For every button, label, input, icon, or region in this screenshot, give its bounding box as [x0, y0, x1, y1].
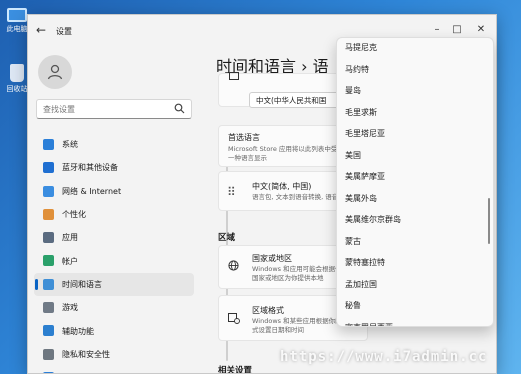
user-icon: [47, 64, 63, 80]
avatar[interactable]: [38, 55, 72, 89]
accessibility-icon: [43, 325, 54, 337]
sidebar-item-label: 帐户: [62, 256, 78, 266]
sidebar-item[interactable]: 蓝牙和其他设备: [34, 156, 194, 179]
sidebar-item-label: 时间和语言: [62, 279, 102, 289]
back-arrow-icon[interactable]: ←: [36, 23, 46, 37]
sidebar-item[interactable]: 应用: [34, 226, 194, 249]
sidebar-item[interactable]: 网络 & Internet: [34, 180, 194, 203]
calendar-globe-icon: [228, 313, 240, 324]
desktop: 此电脑 回收站: [0, 0, 30, 374]
recycle-bin-icon: [10, 64, 24, 82]
sidebar-item-label: 游戏: [62, 303, 78, 313]
keyboard-icon: [229, 72, 239, 80]
dropdown-option[interactable]: 蒙古: [345, 236, 361, 247]
dropdown-option[interactable]: 马提尼克: [345, 42, 377, 53]
dropdown-option[interactable]: 美属维尔京群岛: [345, 214, 401, 225]
system-icon: [43, 139, 54, 150]
globe-clock-icon: [43, 278, 54, 290]
dropdown-option[interactable]: 毛里塔尼亚: [345, 128, 385, 139]
sidebar-item-label: 应用: [62, 233, 78, 243]
region-section-label: 区域: [218, 233, 236, 243]
sidebar-item[interactable]: 帐户: [34, 249, 194, 272]
sidebar-item[interactable]: 游戏: [34, 296, 194, 319]
dropdown-option[interactable]: 密克罗尼西亚: [345, 322, 393, 327]
sidebar-item[interactable]: Windows 更新: [34, 366, 194, 373]
shield-icon: [43, 348, 54, 360]
search-input[interactable]: [37, 100, 167, 118]
sidebar-item-label: 网络 & Internet: [62, 186, 122, 196]
dropdown-option[interactable]: 秘鲁: [345, 300, 361, 311]
brush-icon: [43, 208, 54, 220]
sidebar-item[interactable]: 隐私和安全性: [34, 343, 194, 366]
game-icon: [43, 302, 54, 314]
computer-icon: [7, 8, 27, 22]
dropdown-option[interactable]: 蒙特塞拉特: [345, 257, 385, 268]
bluetooth-icon: [43, 162, 54, 174]
dropdown-option[interactable]: 毛里求斯: [345, 107, 377, 118]
language-item-title: 中文(简体, 中国): [252, 182, 312, 191]
wifi-icon: [43, 185, 54, 197]
sidebar-item[interactable]: 系统: [34, 133, 194, 156]
search-icon[interactable]: [174, 103, 185, 114]
sidebar-item-label: 个性化: [62, 210, 86, 220]
desktop-icon-label: 回收站: [6, 85, 28, 93]
dropdown-option[interactable]: 美属外岛: [345, 193, 377, 204]
window-title: 设置: [56, 27, 72, 36]
sidebar-item[interactable]: 个性化: [34, 203, 194, 226]
search-box[interactable]: [36, 99, 192, 119]
sidebar-item[interactable]: 时间和语言: [34, 272, 194, 297]
dropdown-option[interactable]: 马约特: [345, 64, 369, 75]
sidebar-item-label: 蓝牙和其他设备: [62, 163, 118, 173]
dropdown-option[interactable]: 孟加拉国: [345, 279, 377, 290]
sidebar-nav: 系统蓝牙和其他设备 网络 & Internet 个性化应用帐户时间和语言游戏辅助功能…: [34, 133, 194, 373]
sidebar-item[interactable]: 辅助功能: [34, 319, 194, 342]
sidebar-item-label: 隐私和安全性: [62, 349, 110, 359]
country-region-title: 国家或地区: [252, 254, 292, 263]
preferred-languages-title: 首选语言: [228, 133, 260, 142]
related-settings-label: 相关设置: [218, 366, 253, 374]
apps-icon: [43, 232, 54, 244]
globe-icon: [228, 260, 239, 271]
regional-format-title: 区域格式: [252, 306, 284, 315]
sidebar-item-label: 辅助功能: [62, 326, 94, 336]
dropdown-option[interactable]: 曼岛: [345, 85, 361, 96]
watermark: https://www.i7admin.cc: [280, 349, 488, 365]
desktop-icon-label: 此电脑: [6, 25, 28, 33]
dropdown-scrollbar[interactable]: [488, 198, 490, 244]
dropdown-option[interactable]: 美属萨摩亚: [345, 171, 385, 182]
account-icon: [43, 255, 54, 267]
country-dropdown-list[interactable]: 马提尼克马约特曼岛毛里求斯毛里塔尼亚美国美属萨摩亚美属外岛美属维尔京群岛 蒙古蒙特…: [336, 37, 494, 327]
drag-handle-icon[interactable]: ⠿: [227, 185, 236, 199]
sidebar-item-label: 系统: [62, 140, 78, 150]
dropdown-option[interactable]: 美国: [345, 150, 361, 161]
